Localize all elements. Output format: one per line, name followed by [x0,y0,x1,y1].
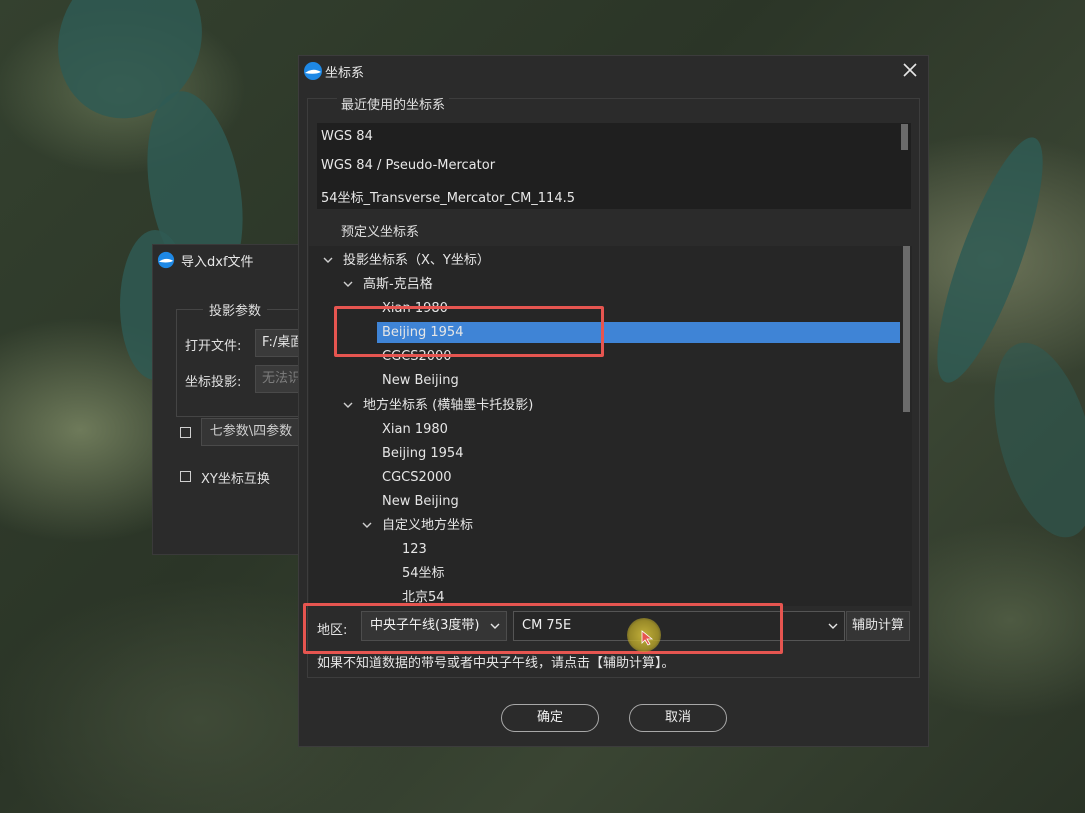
tree-node-local-beijing1954[interactable]: Beijing 1954 [309,443,903,464]
close-icon[interactable] [900,60,920,80]
tree-node-local-cgcs2000[interactable]: CGCS2000 [309,467,903,488]
recent-item[interactable]: WGS 84 [321,129,373,144]
tree-node-gauss-kruger[interactable]: 高斯-克吕格 [309,274,903,295]
recent-item[interactable]: 54坐标_Transverse_Mercator_CM_114.5 [321,187,575,206]
crs-dialog-title: 坐标系 [325,66,365,81]
highlight-box-region [303,603,783,654]
tree-node-new-beijing[interactable]: New Beijing [309,370,903,391]
import-dxf-title: 导入dxf文件 [181,254,254,270]
chevron-down-icon [828,623,838,629]
tree-node-label: 地方坐标系 (横轴墨卡托投影) [363,398,534,413]
tree-node-label: New Beijing [382,373,459,388]
tree-node-projected[interactable]: 投影坐标系（X、Y坐标） [309,250,903,271]
chevron-down-icon[interactable] [362,520,372,530]
aux-calc-button[interactable]: 辅助计算 [846,611,910,641]
recent-crs-list: WGS 84 WGS 84 / Pseudo-Mercator 54坐标_Tra… [317,123,911,209]
recent-scrollbar-thumb[interactable] [901,124,908,150]
seven-param-checkbox[interactable] [180,427,191,438]
tree-node-local-xian1980[interactable]: Xian 1980 [309,419,903,440]
cancel-button[interactable]: 取消 [629,704,727,732]
cursor-arrow-icon [641,630,654,646]
tree-scrollbar-thumb[interactable] [903,246,910,412]
tree-node-label: CGCS2000 [382,470,452,485]
seven-param-button[interactable]: 七参数\四参数 [201,418,301,446]
tree-node-label: 自定义地方坐标 [382,518,474,533]
crs-dialog-titlebar[interactable]: 坐标系 [299,56,928,86]
tree-node-label: 投影坐标系（X、Y坐标） [343,253,490,268]
app-logo-icon [304,62,322,80]
tree-node-label: 高斯-克吕格 [363,277,433,292]
predefined-section-title: 预定义坐标系 [337,221,424,240]
tree-node-label: Beijing 1954 [382,446,464,461]
xy-swap-checkbox[interactable] [180,471,191,482]
import-dxf-dialog: 导入dxf文件 投影参数 打开文件: F:/桌面 坐标投影: 无法识 七参数\四… [152,244,328,555]
chevron-down-icon[interactable] [343,400,353,410]
chevron-down-icon[interactable] [343,279,353,289]
mouse-cursor-highlight [627,618,661,652]
tree-node-label: Xian 1980 [382,422,448,437]
xy-swap-label: XY坐标互换 [201,472,270,487]
tree-node-custom-54[interactable]: 54坐标 [309,563,903,584]
chevron-down-icon[interactable] [323,255,333,265]
import-dxf-titlebar[interactable]: 导入dxf文件 [153,245,311,275]
tree-node-local-new-beijing[interactable]: New Beijing [309,491,903,512]
open-file-label: 打开文件: [185,339,242,354]
recent-section-title: 最近使用的坐标系 [337,94,450,113]
ok-button[interactable]: 确定 [501,704,599,732]
highlight-box-selection [334,306,604,357]
predefined-crs-tree: 投影坐标系（X、Y坐标） 高斯-克吕格 Xian 1980 Beijing 19… [309,246,912,606]
recent-item[interactable]: WGS 84 / Pseudo-Mercator [321,158,495,173]
projection-label: 坐标投影: [185,375,242,390]
app-logo-icon [157,251,175,269]
tree-node-custom-local[interactable]: 自定义地方坐标 [309,515,903,536]
tree-node-local-crs[interactable]: 地方坐标系 (横轴墨卡托投影) [309,395,903,416]
hint-text: 如果不知道数据的带号或者中央子午线，请点击【辅助计算】。 [317,656,675,671]
tree-node-custom-123[interactable]: 123 [309,539,903,560]
tree-node-label: 54坐标 [402,566,445,581]
tree-node-label: New Beijing [382,494,459,509]
tree-node-label: 123 [402,542,427,557]
projection-params-legend: 投影参数 [203,300,268,319]
